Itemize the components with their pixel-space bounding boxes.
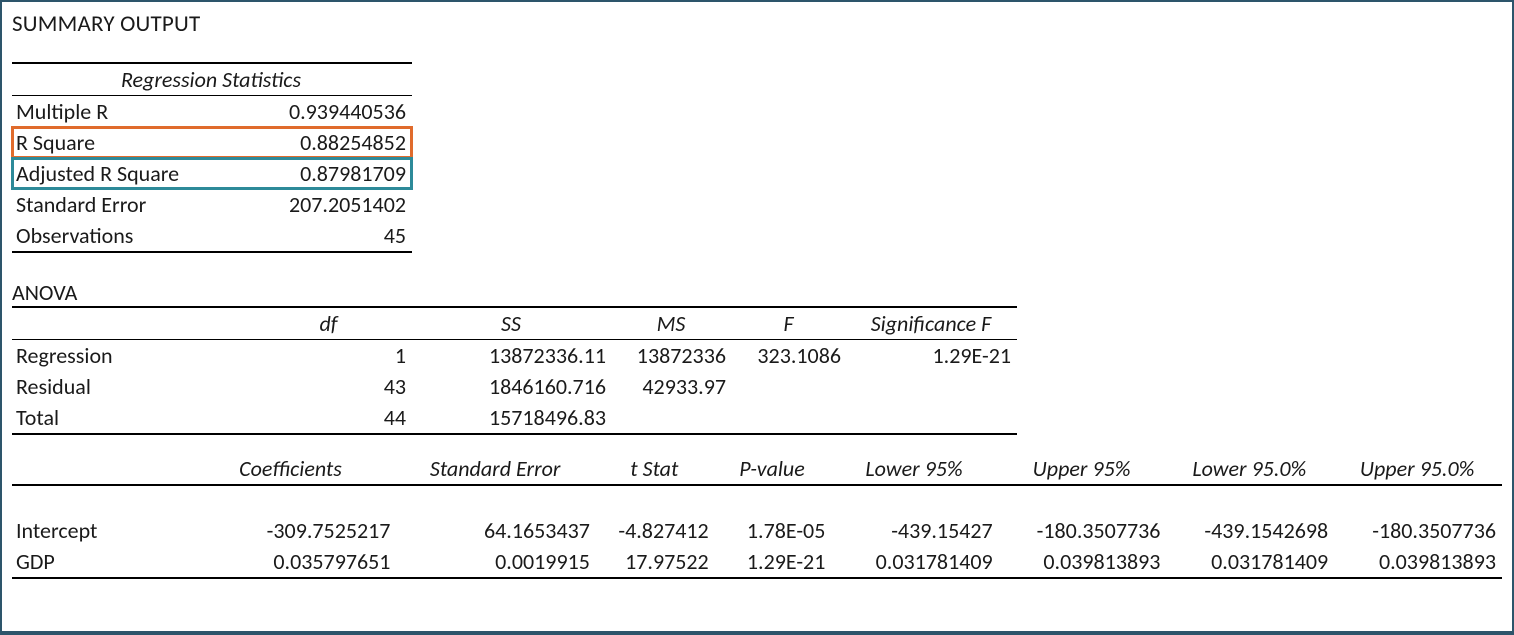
stat-value-multiple-r: 0.939440536 (247, 96, 412, 128)
stat-value-standard-error: 207.2051402 (247, 189, 412, 220)
anova-cell: 43 (247, 371, 412, 402)
anova-cell (612, 402, 732, 434)
coef-label: Intercept (12, 515, 187, 546)
coef-cell: 0.039813893 (1334, 546, 1502, 578)
coef-label: GDP (12, 546, 187, 578)
coef-cell: 0.031781409 (1166, 546, 1334, 578)
anova-cell: 1.29E-21 (847, 340, 1017, 372)
stat-value-r-square: 0.88254852 (247, 127, 412, 158)
coef-row-gdp: GDP 0.035797651 0.0019915 17.97522 1.29E… (12, 546, 1502, 578)
coef-cell: 0.039813893 (999, 546, 1167, 578)
coef-header-upper95: Upper 95% (999, 453, 1167, 485)
coef-header-blank (12, 453, 187, 485)
coef-cell: 1.78E-05 (715, 515, 832, 546)
anova-cell: 15718496.83 (412, 402, 612, 434)
highlight-adjusted-r-square: Adjusted R Square 0.87981709 (12, 158, 412, 189)
anova-cell (847, 371, 1017, 402)
coef-header-lower95: Lower 95% (831, 453, 998, 485)
coef-cell: -439.15427 (831, 515, 998, 546)
coef-cell: 0.031781409 (831, 546, 998, 578)
coef-cell: 0.035797651 (187, 546, 397, 578)
summary-output-title: SUMMARY OUTPUT (12, 10, 1502, 38)
anova-header-sigf: Significance F (847, 307, 1017, 340)
anova-label: Residual (12, 371, 247, 402)
anova-cell: 1 (247, 340, 412, 372)
regression-statistics-header: Regression Statistics (12, 63, 412, 96)
coef-cell: -4.827412 (596, 515, 715, 546)
coef-row-intercept: Intercept -309.7525217 64.1653437 -4.827… (12, 515, 1502, 546)
anova-cell: 44 (247, 402, 412, 434)
anova-cell (732, 371, 847, 402)
coef-cell: 64.1653437 (396, 515, 595, 546)
regression-statistics-table: Regression Statistics Multiple R 0.93944… (12, 62, 412, 253)
coef-gap-row (12, 485, 1502, 515)
anova-row-total: Total 44 15718496.83 (12, 402, 1017, 434)
anova-cell: 13872336 (612, 340, 732, 372)
coefficients-table: Coefficients Standard Error t Stat P-val… (12, 453, 1502, 579)
highlight-r-square: R Square 0.88254852 (12, 127, 412, 158)
coef-cell: -180.3507736 (999, 515, 1167, 546)
anova-header-ss: SS (412, 307, 612, 340)
anova-table: df SS MS F Significance F Regression 1 1… (12, 306, 1017, 435)
coef-cell: -439.1542698 (1166, 515, 1334, 546)
coef-header-se: Standard Error (396, 453, 595, 485)
regression-output-sheet: SUMMARY OUTPUT Regression Statistics Mul… (2, 2, 1512, 631)
stat-value-adj-r-square: 0.87981709 (247, 158, 412, 189)
coef-cell: 0.0019915 (396, 546, 595, 578)
coef-cell: -309.7525217 (187, 515, 397, 546)
anova-label: Total (12, 402, 247, 434)
anova-header-blank (12, 307, 247, 340)
coef-header-lower95b: Lower 95.0% (1166, 453, 1334, 485)
anova-title: ANOVA (12, 279, 1502, 306)
stat-value-observations: 45 (247, 220, 412, 252)
coef-header-p: P-value (715, 453, 832, 485)
stat-label-adj-r-square: Adjusted R Square (12, 158, 247, 189)
coef-cell: 17.97522 (596, 546, 715, 578)
anova-row-residual: Residual 43 1846160.716 42933.97 (12, 371, 1017, 402)
anova-cell: 42933.97 (612, 371, 732, 402)
anova-label: Regression (12, 340, 247, 372)
coef-header-coefficients: Coefficients (187, 453, 397, 485)
stat-label-standard-error: Standard Error (12, 189, 247, 220)
anova-header-ms: MS (612, 307, 732, 340)
anova-header-f: F (732, 307, 847, 340)
coef-cell: 1.29E-21 (715, 546, 832, 578)
anova-cell: 323.1086 (732, 340, 847, 372)
stat-label-multiple-r: Multiple R (12, 96, 247, 128)
anova-cell: 1846160.716 (412, 371, 612, 402)
anova-header-df: df (247, 307, 412, 340)
stat-label-observations: Observations (12, 220, 247, 252)
anova-cell: 13872336.11 (412, 340, 612, 372)
coef-header-t: t Stat (596, 453, 715, 485)
anova-cell (847, 402, 1017, 434)
anova-cell (732, 402, 847, 434)
anova-row-regression: Regression 1 13872336.11 13872336 323.10… (12, 340, 1017, 372)
coef-header-upper95b: Upper 95.0% (1334, 453, 1502, 485)
coef-cell: -180.3507736 (1334, 515, 1502, 546)
stat-label-r-square: R Square (12, 127, 247, 158)
